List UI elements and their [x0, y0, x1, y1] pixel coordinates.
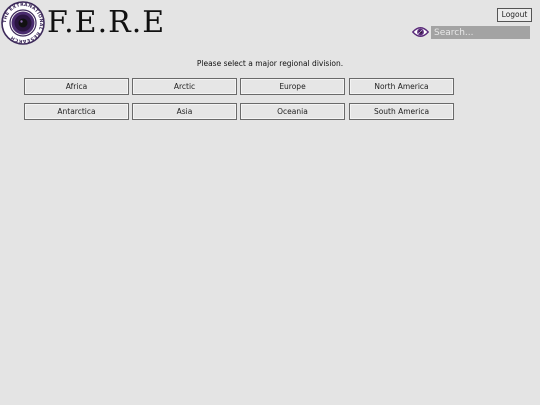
region-button-arctic[interactable]: Arctic: [132, 78, 237, 95]
region-button-antarctica[interactable]: Antarctica: [24, 103, 129, 120]
region-button-oceania[interactable]: Oceania: [240, 103, 345, 120]
logout-button[interactable]: Logout: [497, 8, 532, 22]
region-button-europe[interactable]: Europe: [240, 78, 345, 95]
organization-seal-icon: THE EXTRANATIONAL RESEARCH: [1, 1, 45, 45]
region-button-africa[interactable]: Africa: [24, 78, 129, 95]
region-button-asia[interactable]: Asia: [132, 103, 237, 120]
site-brand: F.E.R.E: [47, 5, 166, 40]
eye-icon[interactable]: [412, 26, 429, 38]
region-button-north-america[interactable]: North America: [349, 78, 454, 95]
region-button-south-america[interactable]: South America: [349, 103, 454, 120]
search-input[interactable]: [431, 26, 530, 39]
region-prompt: Please select a major regional division.: [196, 59, 344, 68]
